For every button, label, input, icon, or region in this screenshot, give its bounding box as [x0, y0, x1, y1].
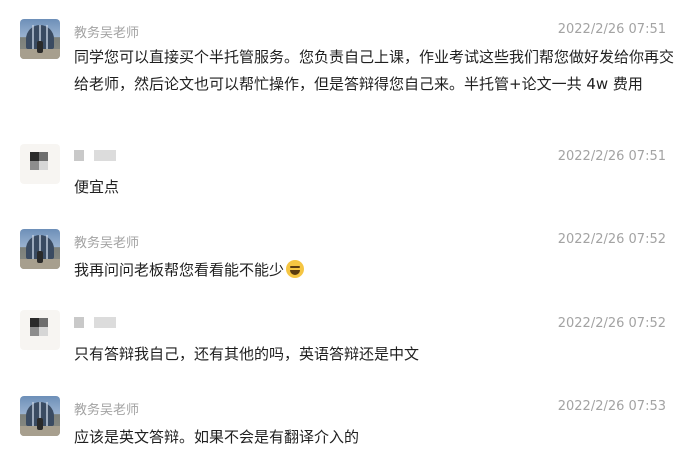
message-timestamp: 2022/2/26 07:52: [557, 316, 666, 331]
teacher-avatar[interactable]: [20, 229, 60, 269]
sender-name: 教务吴老师: [74, 26, 140, 41]
message-text-content: 我再问问老板帮您看看能不能少: [74, 261, 285, 279]
student-avatar[interactable]: [20, 310, 60, 350]
grinning-sweat-emoji-icon: [286, 260, 305, 278]
teacher-avatar[interactable]: [20, 396, 60, 436]
message-text: 便宜点: [74, 178, 120, 196]
message-timestamp: 2022/2/26 07:52: [557, 232, 666, 247]
message-timestamp: 2022/2/26 07:51: [557, 22, 666, 37]
message-text: 同学您可以直接买个半托管服务。您负责自己上课，作业考试这些我们帮您做好发给你再交…: [74, 48, 675, 93]
teacher-avatar[interactable]: [20, 19, 60, 59]
student-avatar[interactable]: [20, 144, 60, 184]
message-text: 我再问问老板帮您看看能不能少: [74, 257, 674, 284]
message-text: 应该是英文答辩。如果不会是有翻译介入的: [74, 428, 360, 446]
message-timestamp: 2022/2/26 07:53: [557, 399, 666, 414]
message-text: 只有答辩我自己，还有其他的吗，英语答辩还是中文: [74, 345, 420, 363]
message-timestamp: 2022/2/26 07:51: [557, 149, 666, 164]
sender-name-redacted: [74, 150, 116, 161]
sender-name: 教务吴老师: [74, 236, 140, 251]
sender-name-redacted: [74, 317, 116, 328]
sender-name: 教务吴老师: [74, 403, 140, 418]
